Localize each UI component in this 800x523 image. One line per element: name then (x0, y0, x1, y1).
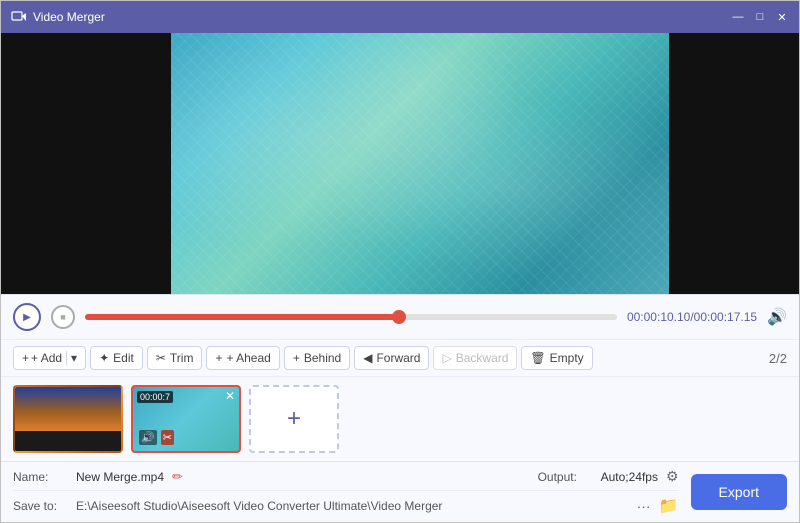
name-label: Name: (13, 470, 68, 484)
title-bar: Video Merger — □ ✕ (1, 1, 799, 33)
thumb2-audio-icon: 🔊 (139, 430, 157, 445)
forward-icon: ◀ (363, 351, 372, 365)
behind-label: Behind (304, 351, 341, 365)
title-bar-text: Video Merger (33, 10, 731, 24)
output-settings-icon[interactable]: ⚙ (666, 468, 679, 485)
path-dots-button[interactable]: ··· (637, 498, 651, 514)
thumb1-inner (15, 387, 121, 451)
empty-label: Empty (550, 351, 584, 365)
progress-dot (392, 310, 406, 324)
name-value: New Merge.mp4 (76, 470, 164, 484)
trim-label: Trim (170, 351, 194, 365)
progress-fill (85, 314, 399, 320)
edit-button[interactable]: ✦ Edit (90, 346, 143, 370)
thumb2-icons: 🔊 ✂ (139, 430, 174, 445)
backward-label: Backward (456, 351, 509, 365)
thumb2-cut-icon: ✂ (161, 430, 174, 445)
add-icon: + (22, 351, 29, 365)
bottom-name-row: Name: New Merge.mp4 ✏ Output: Auto;24fps… (13, 468, 679, 485)
bottom-save-row: Save to: E:\Aiseesoft Studio\Aiseesoft V… (13, 496, 679, 516)
edit-icon: ✦ (99, 351, 109, 365)
video-black-right (669, 33, 799, 294)
time-display: 00:00:10.10/00:00:17.15 (627, 310, 757, 324)
thumb2-time: 00:00:7 (137, 391, 173, 403)
thumb1-ground (15, 431, 121, 451)
output-value: Auto;24fps (601, 470, 658, 484)
timeline-area: 00:00:7 ✕ 🔊 ✂ + (1, 376, 799, 461)
video-preview (1, 33, 799, 294)
folder-icon[interactable]: 📁 (659, 496, 679, 516)
thumb1-sunset (15, 387, 121, 451)
play-icon: ▶ (23, 312, 31, 323)
volume-button[interactable]: 🔊 (767, 307, 787, 327)
close-button[interactable]: ✕ (775, 10, 789, 24)
app-icon (11, 9, 27, 25)
add-clip-button[interactable]: + (249, 385, 339, 453)
bottom-bar: Name: New Merge.mp4 ✏ Output: Auto;24fps… (1, 461, 799, 522)
save-label: Save to: (13, 499, 68, 513)
ahead-label: + Ahead (226, 351, 270, 365)
add-label: + Add (31, 351, 62, 365)
edit-label: Edit (113, 351, 134, 365)
bottom-divider (13, 490, 679, 491)
bottom-info: Name: New Merge.mp4 ✏ Output: Auto;24fps… (13, 468, 679, 516)
output-label: Output: (538, 470, 593, 484)
backward-icon: ▷ (442, 351, 451, 365)
save-path: E:\Aiseesoft Studio\Aiseesoft Video Conv… (76, 499, 629, 513)
ahead-icon: + (215, 351, 222, 365)
timeline-item-2[interactable]: 00:00:7 ✕ 🔊 ✂ (131, 385, 241, 453)
empty-button[interactable]: 🗑 Empty (521, 346, 592, 370)
water-effect (171, 33, 669, 294)
forward-button[interactable]: ◀ Forward (354, 346, 429, 370)
behind-icon: + (293, 351, 300, 365)
thumb2-inner: 00:00:7 ✕ 🔊 ✂ (133, 387, 239, 451)
timeline-item-1[interactable] (13, 385, 123, 453)
toolbar: + + Add ▾ ✦ Edit ✂ Trim + + Ahead + Behi… (1, 339, 799, 376)
trim-button[interactable]: ✂ Trim (147, 346, 203, 370)
play-button[interactable]: ▶ (13, 303, 41, 331)
video-content (171, 33, 669, 294)
page-count: 2/2 (769, 351, 787, 366)
stop-button[interactable]: ■ (51, 305, 75, 329)
title-bar-controls: — □ ✕ (731, 10, 789, 24)
trim-icon: ✂ (156, 351, 166, 365)
stop-icon: ■ (60, 312, 65, 322)
minimize-button[interactable]: — (731, 10, 745, 24)
ahead-button[interactable]: + + Ahead (206, 346, 279, 370)
progress-bar[interactable] (85, 314, 617, 320)
export-button[interactable]: Export (691, 474, 787, 510)
add-dropdown-arrow[interactable]: ▾ (66, 351, 77, 365)
playback-controls: ▶ ■ 00:00:10.10/00:00:17.15 🔊 (1, 294, 799, 339)
forward-label: Forward (376, 351, 420, 365)
add-button[interactable]: + + Add ▾ (13, 346, 86, 370)
thumb2-close-button[interactable]: ✕ (225, 389, 235, 403)
behind-button[interactable]: + Behind (284, 346, 350, 370)
edit-name-icon[interactable]: ✏ (172, 469, 183, 485)
backward-button[interactable]: ▷ Backward (433, 346, 517, 370)
app-window: Video Merger — □ ✕ ▶ ■ 00:00:10.10/00:00… (0, 0, 800, 523)
empty-icon: 🗑 (530, 351, 545, 365)
maximize-button[interactable]: □ (753, 10, 767, 24)
video-black-left (1, 33, 171, 294)
